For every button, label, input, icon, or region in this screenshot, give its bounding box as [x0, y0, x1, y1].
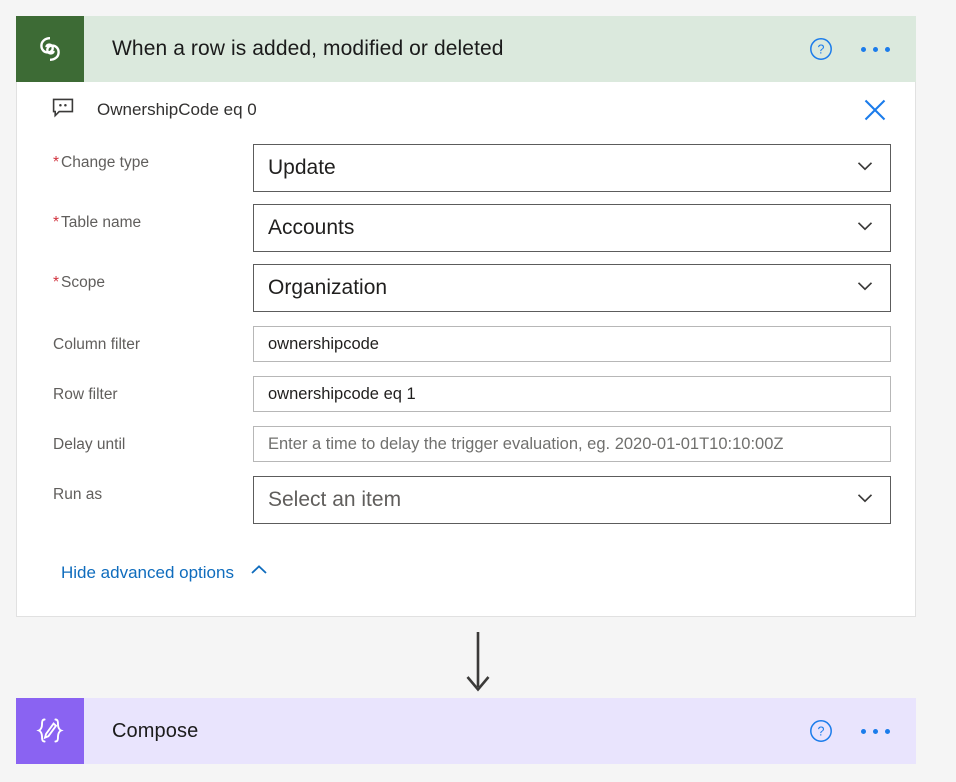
- row-filter-value: ownershipcode eq 1: [268, 384, 416, 403]
- field-label-text-column-filter: Column filter: [53, 336, 140, 353]
- connector-arrow: [0, 632, 956, 698]
- scope-value: Organization: [268, 276, 388, 299]
- chevron-down-icon: [854, 215, 876, 242]
- trigger-form: * Change type Update * Table name Accoun…: [17, 138, 915, 524]
- help-circle-icon[interactable]: ?: [809, 37, 833, 61]
- field-row-table-name: * Table name Accounts: [53, 204, 891, 252]
- field-control-change-type: Update: [253, 144, 891, 192]
- compose-title: Compose: [112, 719, 199, 742]
- field-control-column-filter: ownershipcode: [253, 326, 891, 362]
- compose-card: Compose ?: [16, 698, 916, 764]
- field-row-scope: * Scope Organization: [53, 264, 891, 312]
- ellipsis-icon[interactable]: [859, 41, 892, 58]
- column-filter-input[interactable]: ownershipcode: [253, 326, 891, 362]
- field-label-row-filter: Row filter: [53, 376, 253, 405]
- trigger-header-actions: ?: [809, 37, 916, 61]
- close-icon[interactable]: [859, 94, 891, 126]
- dataverse-icon: [16, 16, 84, 82]
- field-row-column-filter: Column filter ownershipcode: [53, 326, 891, 362]
- field-control-delay-until: Enter a time to delay the trigger evalua…: [253, 426, 891, 462]
- delay-until-input[interactable]: Enter a time to delay the trigger evalua…: [253, 426, 891, 462]
- trigger-title: When a row is added, modified or deleted: [112, 37, 504, 60]
- field-row-row-filter: Row filter ownershipcode eq 1: [53, 376, 891, 412]
- table-name-value: Accounts: [268, 216, 355, 239]
- field-row-change-type: * Change type Update: [53, 144, 891, 192]
- required-asterisk-scope: *: [53, 274, 60, 291]
- field-label-delay-until: Delay until: [53, 426, 253, 455]
- required-asterisk-table-name: *: [53, 214, 60, 231]
- chevron-down-icon: [854, 275, 876, 302]
- help-circle-icon[interactable]: ?: [809, 719, 833, 743]
- field-control-scope: Organization: [253, 264, 891, 312]
- hide-advanced-options-label: Hide advanced options: [61, 562, 234, 582]
- run-as-dropdown[interactable]: Select an item: [253, 476, 891, 524]
- field-label-table-name: * Table name: [53, 204, 253, 233]
- row-filter-input[interactable]: ownershipcode eq 1: [253, 376, 891, 412]
- trigger-comment-row: OwnershipCode eq 0: [17, 82, 915, 138]
- chevron-down-icon: [854, 155, 876, 182]
- compose-card-header[interactable]: Compose ?: [16, 698, 916, 764]
- table-name-dropdown[interactable]: Accounts: [253, 204, 891, 252]
- compose-braces-pencil-icon: [16, 698, 84, 764]
- svg-text:?: ?: [818, 43, 825, 57]
- field-control-row-filter: ownershipcode eq 1: [253, 376, 891, 412]
- field-label-column-filter: Column filter: [53, 326, 253, 355]
- svg-text:?: ?: [818, 725, 825, 739]
- trigger-card: When a row is added, modified or deleted…: [16, 16, 916, 617]
- field-label-text-table-name: Table name: [61, 214, 142, 231]
- hide-advanced-options-link[interactable]: Hide advanced options: [61, 559, 270, 586]
- field-control-table-name: Accounts: [253, 204, 891, 252]
- change-type-dropdown[interactable]: Update: [253, 144, 891, 192]
- trigger-card-header[interactable]: When a row is added, modified or deleted…: [16, 16, 916, 82]
- field-label-text-run-as: Run as: [53, 486, 103, 503]
- arrow-down-icon: [466, 632, 490, 692]
- ellipsis-icon[interactable]: [859, 723, 892, 740]
- change-type-value: Update: [268, 156, 336, 179]
- chevron-down-icon: [854, 487, 876, 514]
- run-as-placeholder: Select an item: [268, 488, 402, 511]
- field-label-run-as: Run as: [53, 476, 253, 505]
- trigger-card-body: OwnershipCode eq 0 *Change type Update: [16, 82, 916, 617]
- column-filter-value: ownershipcode: [268, 334, 379, 353]
- chevron-up-icon: [248, 559, 270, 586]
- trigger-comment-text: OwnershipCode eq 0: [97, 100, 257, 119]
- comment-icon: [51, 96, 75, 125]
- field-label-text-change-type: Change type: [61, 154, 149, 171]
- compose-header-actions: ?: [809, 719, 916, 743]
- field-row-delay-until: Delay until Enter a time to delay the tr…: [53, 426, 891, 462]
- flow-canvas: When a row is added, modified or deleted…: [0, 0, 956, 782]
- field-row-run-as: Run as Select an item: [53, 476, 891, 524]
- field-control-run-as: Select an item: [253, 476, 891, 524]
- field-label-change-type: * Change type: [53, 144, 253, 173]
- delay-until-placeholder: Enter a time to delay the trigger evalua…: [268, 434, 784, 453]
- scope-dropdown[interactable]: Organization: [253, 264, 891, 312]
- field-label-scope: * Scope: [53, 264, 253, 293]
- required-asterisk-change-type: *: [53, 154, 60, 171]
- field-label-text-delay-until: Delay until: [53, 436, 126, 453]
- field-label-text-scope: Scope: [61, 274, 105, 291]
- field-label-text-row-filter: Row filter: [53, 386, 118, 403]
